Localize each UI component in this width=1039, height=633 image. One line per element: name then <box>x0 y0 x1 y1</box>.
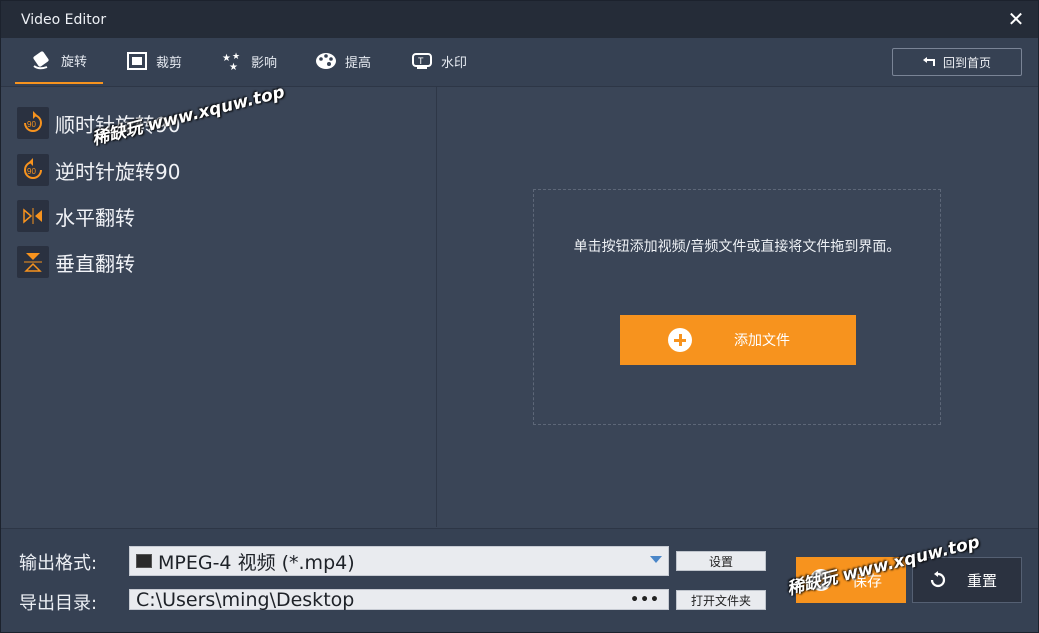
flip-horizontal-button[interactable]: 水平翻转 <box>17 200 135 232</box>
rotate-icon <box>33 51 49 70</box>
preview-panel: 单击按钮添加视频/音频文件或直接将文件拖到界面。 添加文件 <box>437 87 1038 527</box>
rotate-clockwise-90-icon: 90 <box>17 107 49 139</box>
settings-button[interactable]: 设置 <box>676 551 766 571</box>
home-button[interactable]: 回到首页 <box>892 48 1022 76</box>
rotate-counterclockwise-90-icon: 90 <box>17 154 49 186</box>
save-button[interactable]: 保存 <box>796 557 906 603</box>
home-button-label: 回到首页 <box>942 55 991 70</box>
tab-bar: 旋转 裁剪 ★ ★ ★ 影响 提高 T 水印 回到首页 <box>1 38 1038 87</box>
tab-crop[interactable]: 裁剪 <box>126 38 182 84</box>
output-format-select[interactable]: MPEG-4 视频 (*.mp4) <box>129 546 669 576</box>
output-format-label: 输出格式: <box>19 553 98 574</box>
tab-enhance[interactable]: 提高 <box>315 38 371 84</box>
output-bar: 输出格式: MPEG-4 视频 (*.mp4) 设置 导出目录: C:\User… <box>1 528 1038 632</box>
flip-horizontal-icon <box>17 200 49 232</box>
svg-text:★: ★ <box>232 52 240 62</box>
output-dir-value: C:\Users\ming\Desktop <box>136 588 355 611</box>
svg-text:★: ★ <box>229 62 238 71</box>
add-file-label: 添加文件 <box>734 333 790 349</box>
output-dir-field[interactable]: C:\Users\ming\Desktop ••• <box>129 588 669 611</box>
return-arrow-icon <box>922 57 935 66</box>
tab-effects[interactable]: ★ ★ ★ 影响 <box>221 38 277 84</box>
rotate-clockwise-button[interactable]: 90 顺时针旋转90 <box>17 107 180 139</box>
reset-icon <box>930 571 946 588</box>
output-format-value: MPEG-4 视频 (*.mp4) <box>158 551 355 574</box>
operation-label: 垂直翻转 <box>55 251 135 276</box>
tab-label: 影响 <box>251 55 278 71</box>
palette-icon <box>316 53 336 69</box>
tab-watermark[interactable]: T 水印 <box>411 38 467 84</box>
operations-panel: 90 顺时针旋转90 90 逆时针旋转90 水平翻转 垂直翻转 <box>1 87 437 527</box>
add-file-button[interactable]: 添加文件 <box>620 315 856 365</box>
title-bar: Video Editor ✕ <box>1 1 1038 38</box>
svg-text:T: T <box>418 56 424 66</box>
tab-label: 提高 <box>345 55 372 71</box>
operation-label: 逆时针旋转90 <box>55 159 181 184</box>
plus-icon <box>668 328 692 352</box>
video-editor-window: Video Editor ✕ 旋转 裁剪 ★ ★ ★ 影响 提高 T 水印 回到… <box>0 0 1039 633</box>
watermark-icon: T <box>412 53 432 69</box>
rotate-counterclockwise-button[interactable]: 90 逆时针旋转90 <box>17 154 180 186</box>
check-icon <box>810 569 832 591</box>
tab-rotate[interactable]: 旋转 <box>15 38 103 84</box>
svg-text:90: 90 <box>27 120 36 129</box>
drop-zone-message: 单击按钮添加视频/音频文件或直接将文件拖到界面。 <box>573 239 901 255</box>
reset-button[interactable]: 重置 <box>912 557 1022 603</box>
browse-dots-button[interactable]: ••• <box>630 592 660 608</box>
svg-text:90: 90 <box>27 167 36 176</box>
operation-label: 顺时针旋转90 <box>55 112 181 137</box>
tab-label: 裁剪 <box>156 55 183 71</box>
video-format-icon <box>136 554 152 568</box>
operation-label: 水平翻转 <box>55 205 135 230</box>
output-dir-label: 导出目录: <box>19 593 98 614</box>
window-title: Video Editor <box>21 11 107 28</box>
save-label: 保存 <box>852 571 883 590</box>
flip-vertical-icon <box>17 246 49 278</box>
effects-stars-icon: ★ ★ ★ <box>222 52 240 71</box>
open-folder-button[interactable]: 打开文件夹 <box>676 590 766 610</box>
reset-label: 重置 <box>967 571 998 590</box>
tab-label: 旋转 <box>61 54 88 70</box>
chevron-down-icon[interactable] <box>650 556 662 563</box>
flip-vertical-button[interactable]: 垂直翻转 <box>17 246 135 278</box>
tab-label: 水印 <box>441 55 468 71</box>
close-icon[interactable]: ✕ <box>1004 7 1028 31</box>
crop-icon <box>127 52 147 70</box>
file-drop-zone[interactable]: 单击按钮添加视频/音频文件或直接将文件拖到界面。 添加文件 <box>533 189 941 425</box>
